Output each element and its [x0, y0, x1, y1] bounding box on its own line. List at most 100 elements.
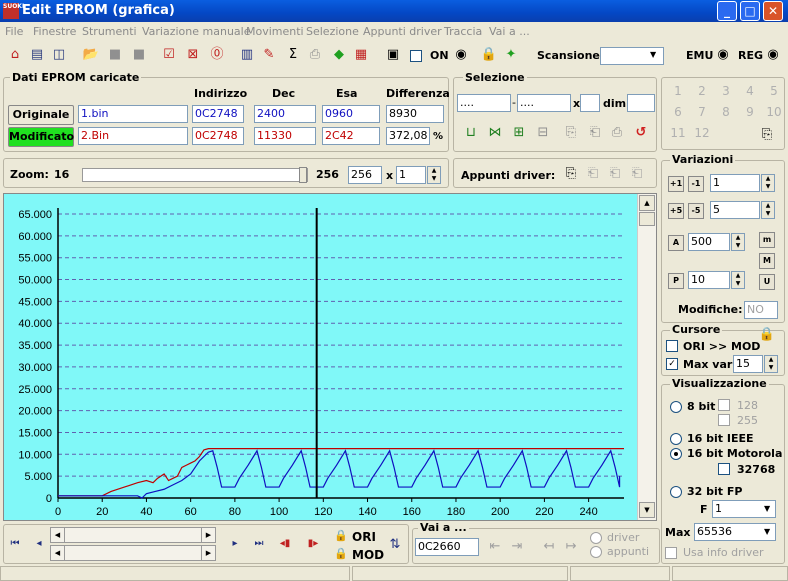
ori-lock-icon[interactable]: 🔒 — [332, 527, 350, 545]
clipboard-icon[interactable]: ⎘ — [562, 165, 580, 183]
chart-svg[interactable]: 65.000 60.000 55.000 50.000 45.000 40.000 35.0… — [4, 194, 636, 520]
radio-8bit[interactable] — [670, 401, 682, 413]
usa-info-checkbox[interactable] — [665, 547, 677, 559]
originale-dec-field[interactable]: 2400 — [254, 105, 316, 123]
variazione-4-field[interactable]: 10 — [688, 271, 730, 289]
variazione-1-field[interactable]: 1 — [710, 174, 760, 192]
dim-field[interactable] — [627, 94, 655, 112]
modificato-esa-field[interactable]: 2C42 — [322, 127, 380, 145]
undo-icon[interactable]: ↺ — [632, 124, 650, 142]
zero-icon[interactable]: ⓪ — [208, 46, 226, 64]
variazione-4-spinner[interactable]: ▲ ▼ — [731, 271, 745, 289]
percent-p-icon[interactable]: P — [668, 273, 684, 289]
scroll-right-icon[interactable]: ▶ — [201, 546, 215, 560]
m-small-button[interactable]: m — [759, 232, 775, 248]
check-32768[interactable] — [718, 463, 730, 475]
menu-item-6[interactable]: Appunti driver — [363, 25, 442, 38]
numpad-key-2[interactable]: 2 — [692, 84, 712, 98]
radio-appunti[interactable] — [590, 546, 602, 558]
numpad-key-5[interactable]: 5 — [764, 84, 784, 98]
max-var-field[interactable]: 15 — [733, 355, 763, 373]
vai-a-field[interactable]: 0C2660 — [415, 538, 479, 556]
originale-button[interactable]: Originale — [8, 105, 74, 125]
close-button[interactable]: ✕ — [763, 1, 783, 21]
m-large-button[interactable]: M — [759, 253, 775, 269]
numpad-key-12[interactable]: 12 — [692, 126, 712, 140]
plus-one-icon[interactable]: +1 — [668, 176, 684, 192]
menu-item-2[interactable]: Strumenti — [82, 25, 137, 38]
maximize-button[interactable]: □ — [740, 1, 760, 21]
menu-item-3[interactable]: Variazione manuale — [142, 25, 251, 38]
minimize-button[interactable]: _ — [717, 1, 737, 21]
compare-icon[interactable]: ⊠ — [184, 46, 202, 64]
print-icon[interactable]: ⎙ — [306, 46, 324, 64]
zoom-value-field[interactable]: 256 — [348, 166, 382, 184]
run-icon[interactable]: ✦ — [502, 46, 520, 64]
swap-icon[interactable]: ⇅ — [386, 536, 404, 554]
minus-one-icon[interactable]: -1 — [688, 176, 704, 192]
scroll-bar-bottom[interactable]: ◀ ▶ — [50, 545, 216, 561]
scroll-left-icon[interactable]: ◀ — [51, 546, 65, 560]
calculator-icon[interactable]: ▥ — [238, 46, 256, 64]
lock-icon[interactable]: 🔒 — [480, 46, 498, 64]
variazione-2-spinner[interactable]: ▲ ▼ — [761, 201, 775, 219]
menu-item-8[interactable]: Vai a ... — [489, 25, 530, 38]
modificato-dec-field[interactable]: 11330 — [254, 127, 316, 145]
variazione-1-spinner[interactable]: ▲ ▼ — [761, 174, 775, 192]
numpad-key-9[interactable]: 9 — [740, 105, 760, 119]
on-checkbox[interactable] — [410, 50, 422, 62]
radio-16bit-ieee[interactable] — [670, 433, 682, 445]
numpad-key-3[interactable]: 3 — [716, 84, 736, 98]
originale-differenza-field[interactable]: 8930 — [386, 105, 444, 123]
mod-label[interactable]: MOD — [352, 548, 384, 562]
selezione-from-field[interactable]: .... — [457, 94, 511, 112]
save-icon[interactable]: ■ — [106, 46, 124, 64]
modificato-file-field[interactable]: 2.Bin — [78, 127, 188, 145]
driver-icon[interactable]: ▣ — [384, 46, 402, 64]
paste-special-icon[interactable]: ⎙ — [608, 124, 626, 142]
numpad-key-1[interactable]: 1 — [668, 84, 688, 98]
window-icon[interactable]: ▤ — [28, 46, 46, 64]
scroll-bar-top[interactable]: ◀ ▶ — [50, 527, 216, 543]
minus-five-icon[interactable]: -5 — [688, 203, 704, 219]
check-icon[interactable]: ☑ — [160, 46, 178, 64]
radio-16bit-motorola[interactable] — [670, 448, 682, 460]
max-var-checkbox[interactable]: ✓ — [666, 358, 678, 370]
next-diff-icon[interactable]: ▮▸ — [304, 535, 322, 553]
plus-five-icon[interactable]: +5 — [668, 203, 684, 219]
save-as-icon[interactable]: ■ — [130, 46, 148, 64]
first-icon[interactable]: ⏮ — [6, 535, 24, 553]
originale-esa-field[interactable]: 0960 — [322, 105, 380, 123]
numpad-key-10[interactable]: 10 — [764, 105, 784, 119]
clipboard-paste-icon[interactable]: ⎗ — [584, 165, 602, 183]
scroll-up-icon[interactable]: ▲ — [639, 195, 655, 211]
numpad-key-6[interactable]: 6 — [668, 105, 688, 119]
numpad-key-11[interactable]: 11 — [668, 126, 688, 140]
goto-end-icon[interactable]: ↦ — [562, 538, 580, 556]
goto-right-icon[interactable]: ⇥ — [508, 538, 526, 556]
menu-item-4[interactable]: Movimenti — [246, 25, 304, 38]
scroll-left-icon[interactable]: ◀ — [51, 528, 65, 542]
goto-start-icon[interactable]: ↤ — [540, 538, 558, 556]
edit-icon[interactable]: ✎ — [260, 46, 278, 64]
zoom-mult-field[interactable]: 1 — [396, 166, 426, 184]
clipboard-clear-icon[interactable]: ⎗ — [628, 165, 646, 183]
shapes-icon[interactable]: ◆ — [330, 46, 348, 64]
selezione-to-field[interactable]: .... — [517, 94, 571, 112]
reg-indicator-icon[interactable]: ◉ — [764, 46, 782, 64]
scroll-thumb[interactable] — [639, 212, 655, 226]
select-end-icon[interactable]: ⊞ — [510, 124, 528, 142]
ori-label[interactable]: ORI — [352, 530, 376, 544]
accel-a-icon[interactable]: A — [668, 235, 684, 251]
last-icon[interactable]: ⏭ — [250, 535, 268, 553]
emu-indicator-icon[interactable]: ◉ — [714, 46, 732, 64]
goto-left-icon[interactable]: ⇤ — [486, 538, 504, 556]
numpad-key-7[interactable]: 7 — [692, 105, 712, 119]
numpad-key-8[interactable]: 8 — [716, 105, 736, 119]
select-start-icon[interactable]: ⊔ — [462, 124, 480, 142]
prev-icon[interactable]: ◂ — [30, 535, 48, 553]
menu-item-0[interactable]: File — [5, 25, 23, 38]
menu-item-7[interactable]: Traccia — [444, 25, 482, 38]
numpad-key-4[interactable]: 4 — [740, 84, 760, 98]
prev-diff-icon[interactable]: ◂▮ — [276, 535, 294, 553]
